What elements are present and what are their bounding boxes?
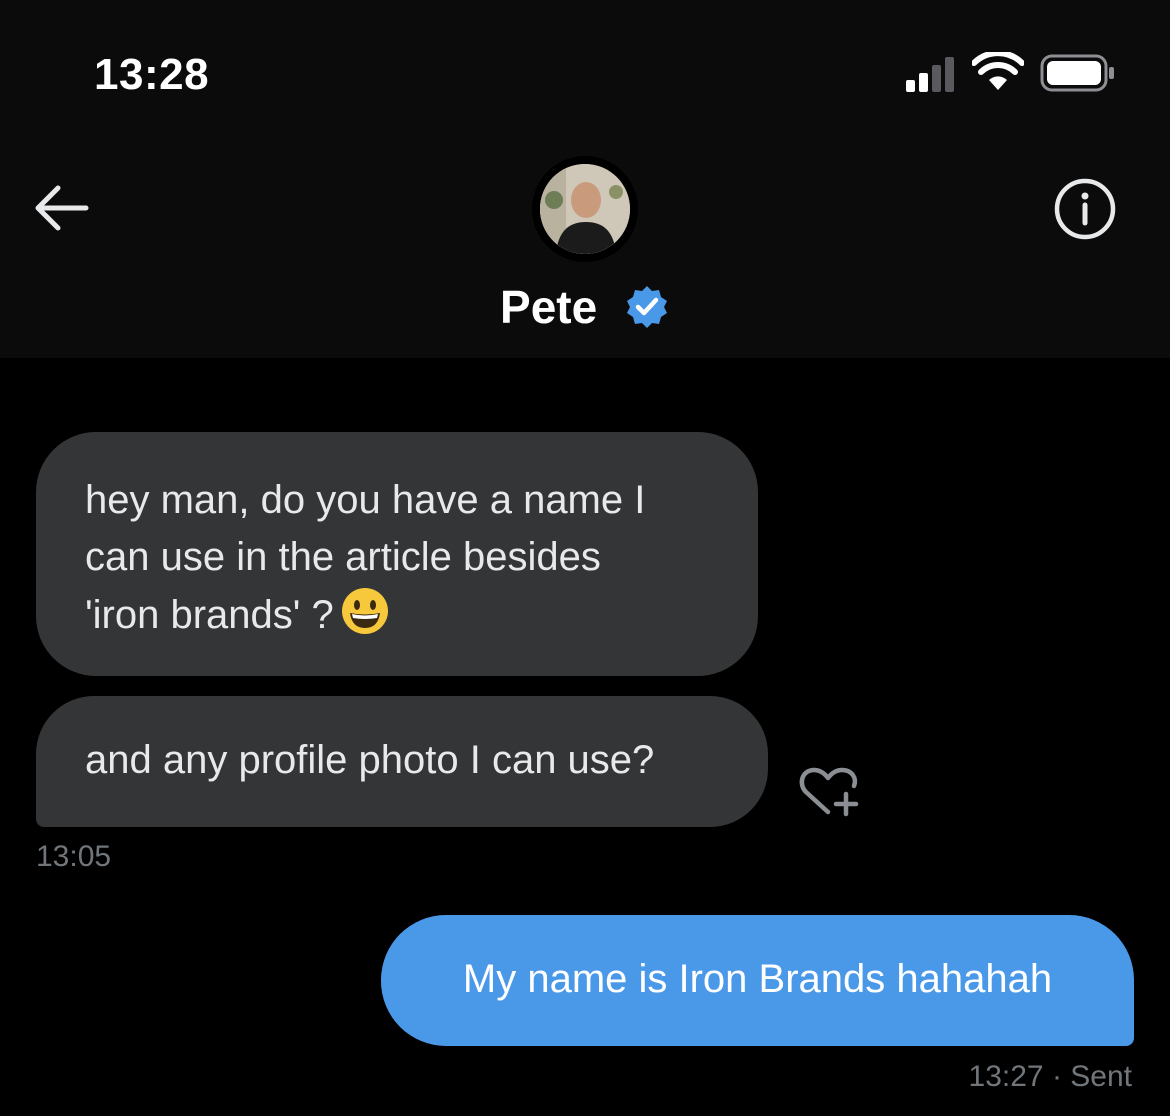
incoming-message-bubble[interactable]: hey man, do you have a name I can use in…: [36, 432, 758, 676]
message-line-with-emoji: 'iron brands' ?: [85, 586, 728, 644]
grinning-face-emoji-icon: [341, 588, 388, 634]
delivery-status: Sent: [1070, 1060, 1132, 1093]
meta-separator: ·: [1051, 1060, 1071, 1093]
message-line: can use in the article besides: [85, 535, 601, 579]
heart-plus-icon[interactable]: [796, 764, 862, 824]
back-arrow-icon[interactable]: [30, 182, 92, 234]
incoming-message-bubble[interactable]: and any profile photo I can use?: [36, 696, 768, 827]
incoming-timestamp: 13:05: [36, 840, 112, 873]
outgoing-message-bubble[interactable]: My name is Iron Brands hahahah: [381, 915, 1134, 1046]
contact-name: Pete: [500, 280, 598, 333]
wifi-icon: [972, 52, 1024, 90]
verified-badge-icon: [626, 285, 667, 328]
conversation-header: 13:28 Pete: [0, 0, 1170, 358]
outgoing-timestamp: 13:27: [968, 1060, 1044, 1093]
contact-avatar[interactable]: [540, 164, 630, 254]
message-line: and any profile photo I can use?: [85, 738, 655, 782]
status-bar-time: 13:28: [94, 50, 210, 99]
message-line: hey man, do you have a name I: [85, 478, 646, 522]
info-icon[interactable]: [1052, 176, 1118, 242]
outgoing-message-text: My name is Iron Brands hahahah: [462, 957, 1053, 1001]
message-line-text: 'iron brands' ?: [85, 593, 334, 637]
outgoing-meta: 13:27 · Sent: [969, 1060, 1132, 1094]
battery-icon: [1040, 54, 1114, 92]
cellular-signal-icon: [906, 56, 958, 92]
contact-name-row[interactable]: Pete: [0, 276, 1170, 334]
